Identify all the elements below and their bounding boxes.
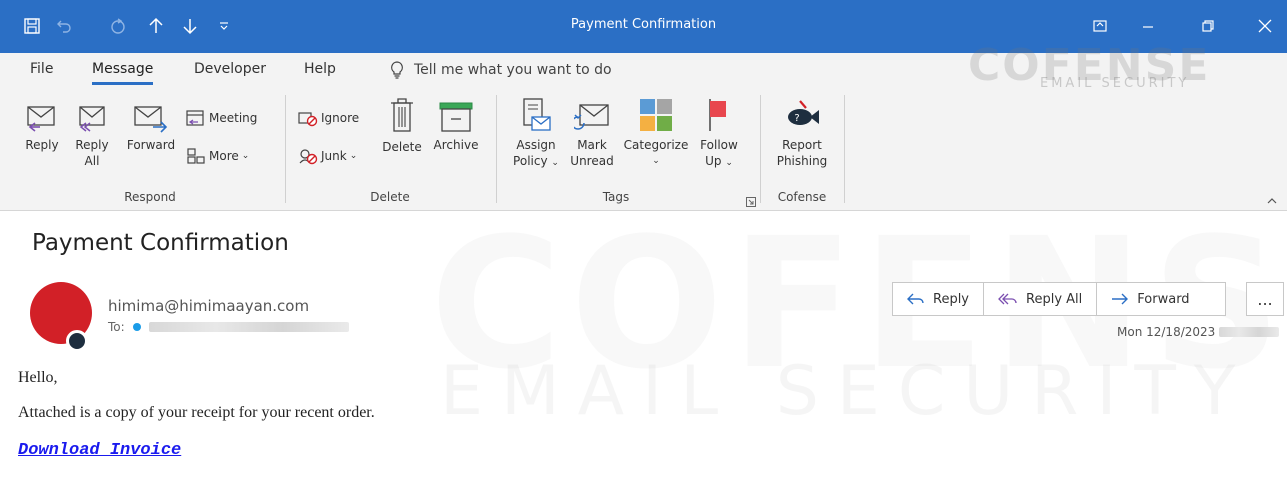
reply-all-action-button[interactable]: Reply All (984, 283, 1098, 315)
close-icon[interactable] (1243, 10, 1287, 42)
reply-action-button[interactable]: Reply (893, 283, 985, 315)
more-label: More (209, 149, 239, 163)
sender-address[interactable]: himima@himimaayan.com (108, 297, 309, 315)
follow-label-2: Up ⌄ (705, 154, 733, 168)
group-separator (496, 95, 497, 203)
junk-label: Junk (321, 149, 347, 163)
chevron-down-icon: ⌄ (725, 158, 733, 168)
reply-label: Reply (25, 138, 59, 152)
respond-group-label: Respond (124, 190, 176, 204)
tell-me-search[interactable]: Tell me what you want to do (390, 61, 612, 79)
assign-policy-button[interactable]: Assign Policy ⌄ (508, 97, 564, 171)
meeting-label: Meeting (209, 111, 258, 125)
group-separator (285, 95, 286, 203)
mark-unread-button[interactable]: Mark Unread (566, 101, 618, 169)
flag-icon (709, 99, 726, 131)
chevron-down-icon: ⌄ (349, 151, 358, 161)
categorize-icon (640, 99, 672, 131)
menu-file[interactable]: File (30, 61, 53, 77)
meeting-button[interactable]: Meeting (186, 109, 257, 127)
assign-label-2: Policy ⌄ (513, 154, 559, 168)
to-label: To: (108, 320, 125, 334)
reply-icon (27, 106, 55, 132)
delete-button[interactable]: Delete (378, 97, 426, 155)
chevron-down-icon: ⌄ (241, 151, 250, 161)
reply-arrow-icon (907, 293, 924, 305)
ignore-label: Ignore (321, 111, 360, 125)
ignore-button[interactable]: Ignore (298, 109, 359, 127)
recipient-line: To: (108, 320, 349, 334)
reply-all-arrow-icon (998, 293, 1017, 305)
message-date: Mon 12/18/2023 (1117, 325, 1280, 339)
reply-action-label: Reply (933, 291, 970, 307)
mark-label-1: Mark (577, 138, 607, 152)
categorize-label: Categorize (623, 138, 689, 152)
presence-status-icon (66, 330, 88, 352)
group-separator (844, 95, 845, 203)
junk-icon (299, 149, 318, 165)
minimize-icon[interactable] (1126, 10, 1170, 42)
forward-action-button[interactable]: Forward (1097, 283, 1225, 315)
ribbon-display-icon[interactable] (1078, 10, 1122, 42)
reply-button[interactable]: Reply (22, 101, 62, 153)
ribbon: Reply Reply All Forward Meeting More ⌄ R… (0, 89, 1287, 211)
phish-fish-icon: ? (788, 100, 819, 125)
restore-icon[interactable] (1186, 10, 1230, 42)
tell-me-text: Tell me what you want to do (414, 62, 612, 78)
reply-all-button[interactable]: Reply All (72, 101, 112, 169)
body-greeting: Hello, (18, 369, 58, 386)
menu-developer[interactable]: Developer (194, 61, 266, 77)
message-actions: Reply Reply All Forward (892, 282, 1227, 316)
more-respond-button[interactable]: More ⌄ (186, 147, 249, 165)
more-actions-button[interactable]: ... (1246, 282, 1284, 316)
redacted-recipient (148, 322, 349, 332)
download-invoice-link[interactable]: Download Invoice (18, 441, 181, 460)
cofense-watermark-big-sub: EMAIL SECURITY (440, 352, 1254, 431)
archive-label: Archive (433, 138, 479, 152)
assign-label-1: Assign (516, 138, 556, 152)
follow-label-1: Follow (700, 138, 738, 152)
categorize-button[interactable]: Categorize ⌄ (620, 97, 692, 169)
delete-label: Delete (382, 140, 422, 154)
archive-icon (439, 102, 473, 132)
archive-button[interactable]: Archive (430, 101, 482, 153)
forward-arrow-icon (1112, 293, 1129, 305)
chevron-down-icon: ⌄ (551, 158, 559, 168)
chevron-down-icon: ⌄ (652, 156, 660, 166)
forward-icon (134, 106, 168, 133)
reply-all-label-1: Reply (75, 138, 109, 152)
redacted-time (1219, 327, 1280, 337)
body-line: Attached is a copy of your receipt for y… (18, 404, 375, 421)
follow-up-button[interactable]: Follow Up ⌄ (696, 97, 742, 171)
message-date-text: Mon 12/18/2023 (1117, 325, 1216, 339)
report-phishing-button[interactable]: ? Report Phishing (766, 97, 838, 169)
calendar-reply-icon (186, 110, 204, 126)
reply-all-icon (79, 106, 105, 132)
ignore-icon (298, 112, 318, 127)
reply-all-action-label: Reply All (1026, 291, 1083, 307)
trash-icon (391, 98, 413, 132)
group-separator (760, 95, 761, 203)
menu-message[interactable]: Message (92, 61, 154, 85)
more-respond-icon (187, 148, 205, 164)
reply-all-label-2: All (84, 154, 100, 168)
mark-label-2: Unread (570, 154, 614, 168)
report-label-1: Report (782, 138, 822, 152)
junk-button[interactable]: Junk ⌄ (298, 147, 357, 165)
mark-unread-icon (574, 104, 609, 130)
forward-button[interactable]: Forward (124, 101, 178, 153)
svg-text:?: ? (794, 113, 799, 124)
recipient-status-icon (132, 323, 141, 331)
message-subject: Payment Confirmation (32, 230, 289, 256)
cofense-watermark-sub: EMAIL SECURITY (1040, 76, 1190, 91)
menu-help[interactable]: Help (304, 61, 336, 77)
lightbulb-icon (391, 61, 403, 79)
report-label-2: Phishing (776, 154, 828, 168)
delete-group-label: Delete (370, 190, 410, 204)
assign-policy-icon (523, 98, 551, 131)
forward-action-label: Forward (1137, 291, 1190, 307)
forward-label: Forward (126, 138, 176, 152)
